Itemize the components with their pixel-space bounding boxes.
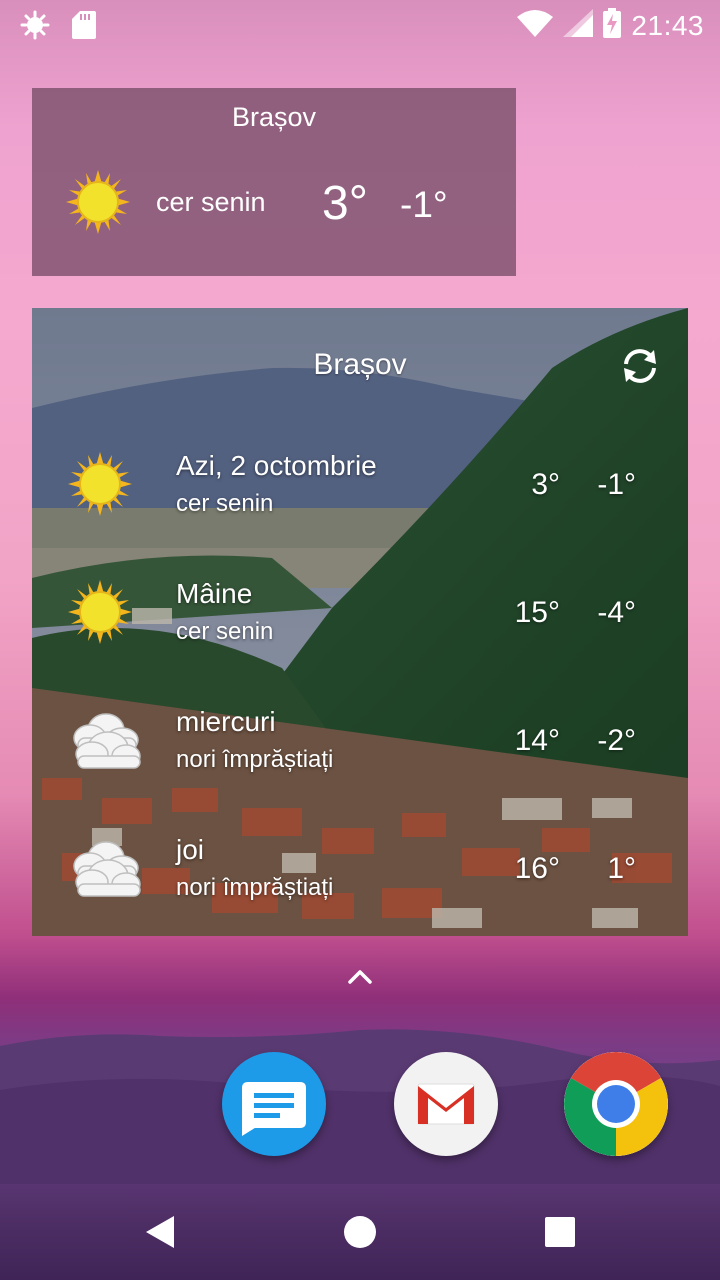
sun-icon	[66, 170, 130, 239]
cloud-icon	[68, 836, 144, 905]
widget-condition: cer senin	[156, 187, 266, 217]
status-bar: 21:43	[0, 0, 720, 48]
debug-icon	[20, 10, 50, 45]
forecast-condition: nori împrăștiați	[176, 746, 334, 773]
sun-icon	[68, 580, 132, 649]
forecast-temp-high: 14°	[514, 724, 560, 757]
home-icon[interactable]	[340, 1212, 380, 1252]
back-icon[interactable]	[140, 1212, 180, 1252]
cloud-icon	[68, 708, 144, 777]
recents-icon[interactable]	[540, 1212, 580, 1252]
forecast-temp-high: 16°	[514, 852, 560, 885]
forecast-temp-high: 15°	[514, 596, 560, 629]
forecast-day-label: Azi, 2 octombrie	[176, 450, 377, 481]
forecast-row-thursday[interactable]: joi nori împrăștiați 16° 1°	[32, 820, 688, 936]
widget-temp-low: -1°	[400, 184, 448, 225]
forecast-temp-low: -4°	[597, 596, 636, 629]
widget-city: Brașov	[231, 102, 317, 132]
forecast-row-tomorrow[interactable]: Mâine cer senin 15° -4°	[32, 564, 688, 692]
forecast-temp-low: 1°	[607, 852, 636, 885]
refresh-icon[interactable]	[618, 344, 662, 388]
sd-card-icon	[72, 11, 96, 44]
forecast-condition: cer senin	[176, 618, 274, 645]
messages-app-icon[interactable]	[222, 1052, 326, 1156]
app-drawer-chevron-up-icon[interactable]	[340, 962, 380, 990]
forecast-day-label: miercuri	[176, 706, 276, 737]
forecast-temp-low: -1°	[597, 468, 636, 501]
widget-temp-high: 3°	[322, 177, 368, 230]
small-weather-widget[interactable]: Brașov cer senin 3° -1°	[32, 88, 516, 276]
forecast-row-today[interactable]: Azi, 2 octombrie cer senin 3° -1°	[32, 436, 688, 564]
forecast-widget[interactable]: Brașov Azi, 2 octombrie cer senin 3° -1°…	[32, 308, 688, 936]
chrome-app-icon[interactable]	[564, 1052, 668, 1156]
clock: 21:43	[631, 9, 704, 41]
forecast-condition: nori împrăștiați	[176, 874, 334, 901]
navigation-bar	[0, 1184, 720, 1280]
sun-icon	[68, 452, 132, 521]
forecast-condition: cer senin	[176, 490, 274, 517]
forecast-city: Brașov	[313, 348, 407, 381]
wifi-icon	[517, 9, 554, 42]
gmail-app-icon[interactable]	[394, 1052, 498, 1156]
forecast-day-label: joi	[176, 834, 205, 865]
cell-signal-icon	[563, 9, 594, 42]
forecast-temp-low: -2°	[597, 724, 636, 757]
forecast-day-label: Mâine	[176, 578, 253, 609]
forecast-row-wednesday[interactable]: miercuri nori împrăștiați 14° -2°	[32, 692, 688, 820]
forecast-temp-high: 3°	[531, 468, 560, 501]
battery-charging-icon	[603, 8, 622, 43]
